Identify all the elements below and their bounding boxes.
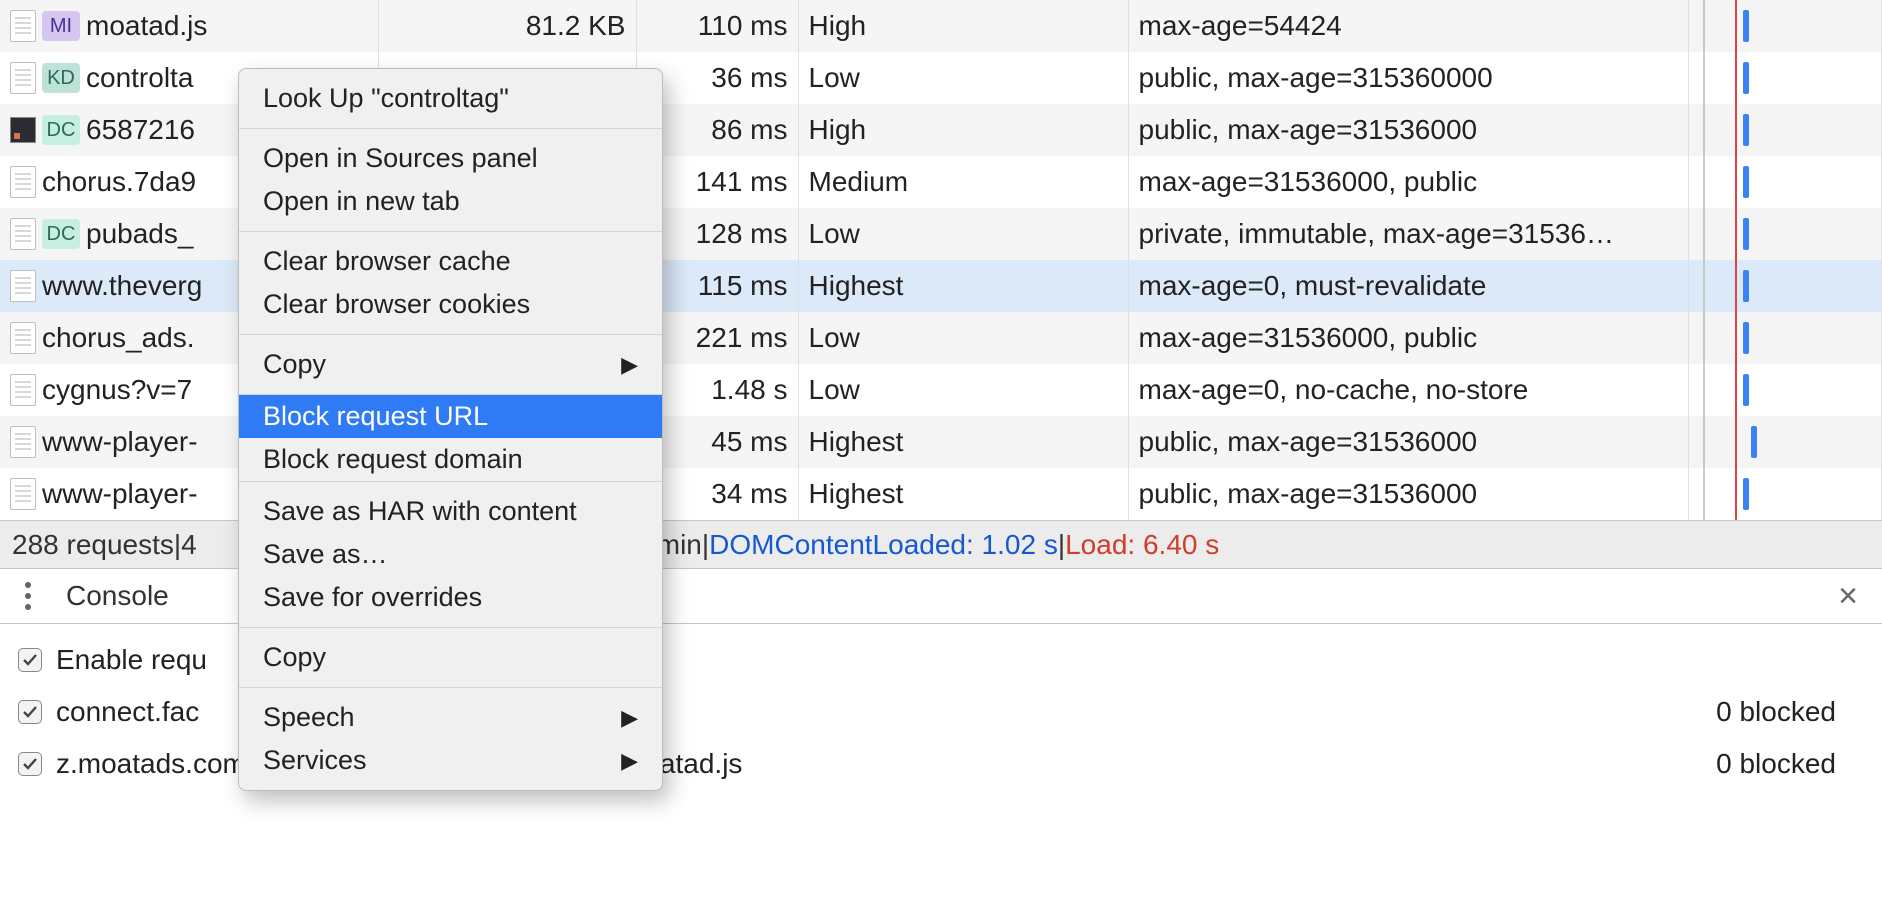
sep: | [702,529,709,561]
cache-control-cell: public, max-age=31536000 [1128,104,1688,156]
request-name: www-player- [42,478,198,510]
priority-cell: Highest [798,260,1128,312]
waterfall-cell [1688,208,1882,260]
waterfall-cell [1688,0,1882,52]
priority-cell: Low [798,312,1128,364]
waterfall-cell [1688,156,1882,208]
waterfall-cell [1688,416,1882,468]
cache-control-cell: max-age=0, no-cache, no-store [1128,364,1688,416]
chevron-right-icon: ▶ [621,748,638,774]
request-name: cygnus?v=7 [42,374,192,406]
enable-blocking-checkbox[interactable] [18,648,42,672]
waterfall-cell [1688,260,1882,312]
priority-cell: Highest [798,468,1128,520]
ctx-clear-cookies[interactable]: Clear browser cookies [239,283,662,326]
finish-suffix: min [657,529,702,561]
script-file-icon [10,166,36,198]
domcontentloaded-label: DOMContentLoaded: 1.02 s [709,529,1058,561]
cache-control-cell: max-age=31536000, public [1128,312,1688,364]
priority-cell: High [798,0,1128,52]
script-file-icon [10,374,36,406]
ctx-clear-cache[interactable]: Clear browser cache [239,240,662,283]
initiator-badge: MI [42,11,80,41]
ctx-block-domain[interactable]: Block request domain [239,438,662,481]
enable-blocking-label: Enable requ [56,644,207,676]
ctx-block-url[interactable]: Block request URL [239,395,662,438]
priority-cell: Low [798,208,1128,260]
waterfall-cell [1688,52,1882,104]
ctx-speech[interactable]: Speech▶ [239,696,662,739]
ctx-save-overrides[interactable]: Save for overrides [239,576,662,619]
ctx-save-as[interactable]: Save as… [239,533,662,576]
check-icon [22,756,38,772]
priority-cell: Medium [798,156,1128,208]
cache-control-cell: public, max-age=31536000 [1128,468,1688,520]
sep: | [1058,529,1065,561]
request-name: www-player- [42,426,198,458]
ctx-save-har[interactable]: Save as HAR with content [239,490,662,533]
close-icon[interactable]: × [1828,577,1868,616]
script-file-icon [10,62,36,94]
chevron-right-icon: ▶ [621,705,638,731]
blocked-count: 0 blocked [1716,696,1864,728]
time-cell: 110 ms [636,0,798,52]
requests-count: 288 requests [12,529,174,561]
request-name: www.theverg [42,270,202,302]
script-file-icon [10,270,36,302]
cache-control-cell: public, max-age=31536000 [1128,416,1688,468]
size-cell: 81.2 KB [378,0,636,52]
blocked-count: 0 blocked [1716,748,1864,780]
request-name: controlta [86,62,193,94]
initiator-badge: DC [42,115,80,145]
request-name: pubads_ [86,218,193,250]
ctx-services[interactable]: Services▶ [239,739,662,782]
waterfall-cell [1688,364,1882,416]
request-name: 6587216 [86,114,195,146]
ctx-copy-submenu[interactable]: Copy▶ [239,343,662,386]
load-label: Load: 6.40 s [1065,529,1219,561]
script-file-icon [10,322,36,354]
ctx-lookup[interactable]: Look Up "controltag" [239,77,662,120]
tab-console[interactable]: Console [66,580,169,612]
chevron-right-icon: ▶ [621,352,638,378]
script-file-icon [10,10,36,42]
priority-cell: Highest [798,416,1128,468]
cache-control-cell: max-age=54424 [1128,0,1688,52]
waterfall-cell [1688,104,1882,156]
ctx-open-sources[interactable]: Open in Sources panel [239,137,662,180]
priority-cell: Low [798,364,1128,416]
pattern-checkbox[interactable] [18,700,42,724]
cache-control-cell: max-age=0, must-revalidate [1128,260,1688,312]
cache-control-cell: private, immutable, max-age=31536… [1128,208,1688,260]
check-icon [22,652,38,668]
waterfall-cell [1688,312,1882,364]
ctx-copy[interactable]: Copy [239,636,662,679]
priority-cell: Low [798,52,1128,104]
check-icon [22,704,38,720]
script-file-icon [10,426,36,458]
priority-cell: High [798,104,1128,156]
request-name: chorus_ads. [42,322,195,354]
waterfall-cell [1688,468,1882,520]
script-file-icon [10,218,36,250]
request-name: moatad.js [86,10,207,42]
request-name: chorus.7da9 [42,166,196,198]
devtools-network-panel: MImoatad.js81.2 KB110 msHighmax-age=5442… [0,0,1882,800]
initiator-badge: DC [42,219,80,249]
name-cell: MImoatad.js [0,0,378,52]
table-row[interactable]: MImoatad.js81.2 KB110 msHighmax-age=5442… [0,0,1882,52]
sep: | [174,529,181,561]
pattern-checkbox[interactable] [18,752,42,776]
ctx-open-tab[interactable]: Open in new tab [239,180,662,223]
cache-control-cell: public, max-age=315360000 [1128,52,1688,104]
transferred-prefix: 4 [181,529,197,561]
cache-control-cell: max-age=31536000, public [1128,156,1688,208]
script-file-icon [10,478,36,510]
drawer-menu-icon[interactable] [14,582,42,610]
context-menu: Look Up "controltag" Open in Sources pan… [238,68,663,791]
image-file-icon [10,117,36,143]
initiator-badge: KD [42,63,80,93]
pattern-text: connect.fac [56,696,199,728]
